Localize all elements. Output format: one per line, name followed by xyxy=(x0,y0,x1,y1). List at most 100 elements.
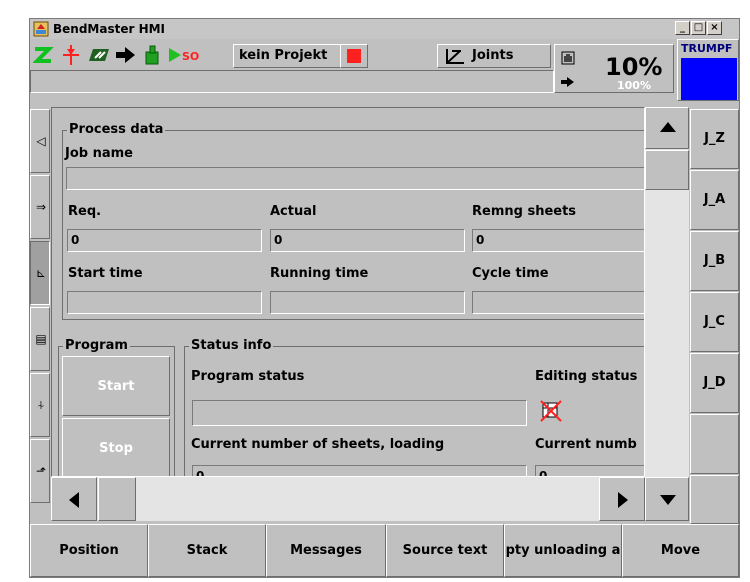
toolbar: SO kein Projekt Joints 10% 100% TRUMPF xyxy=(30,39,739,101)
override-display[interactable]: 10% 100% xyxy=(554,44,674,93)
job-name-field[interactable] xyxy=(66,167,644,190)
scroll-up-button[interactable] xyxy=(645,107,689,149)
source-text-button[interactable]: Source text xyxy=(386,524,504,577)
current-numb-label: Current numb xyxy=(535,437,637,452)
hand-icon xyxy=(561,51,575,65)
left-tab-bar: ◁ ⇒ ⊾ ▤ ⍭ ⬏ xyxy=(30,109,50,505)
stack-button[interactable]: Stack xyxy=(148,524,266,577)
tab-j-b[interactable]: J_B xyxy=(690,231,739,291)
program-stop-button[interactable]: Stop xyxy=(62,418,170,476)
tab-j-c-label: J_C xyxy=(704,314,725,329)
joints-axes-icon xyxy=(446,49,464,64)
empty-unloading-label: pty unloading a xyxy=(505,543,621,558)
stack-label: Stack xyxy=(186,543,228,558)
program-start-button[interactable]: Start xyxy=(62,356,170,416)
cycle-time-field[interactable] xyxy=(472,291,644,314)
move-button[interactable]: Move xyxy=(622,524,739,577)
bottom-button-bar: Position Stack Messages Source text pty … xyxy=(30,524,739,577)
start-time-field[interactable] xyxy=(67,291,262,314)
move-label: Move xyxy=(660,543,701,558)
override-sub: 100% xyxy=(617,79,651,92)
source-text-label: Source text xyxy=(402,543,488,558)
tab-empty-2[interactable] xyxy=(690,475,739,524)
horizontal-scroll-thumb[interactable] xyxy=(98,477,136,521)
job-name-label: Job name xyxy=(65,146,133,161)
vertical-scrollbar[interactable] xyxy=(645,107,689,521)
messages-button[interactable]: Messages xyxy=(266,524,386,577)
position-label: Position xyxy=(59,543,119,558)
bottle-icon xyxy=(145,45,159,65)
left-tab-enter[interactable]: ⇒ xyxy=(30,175,50,239)
tab-empty-1[interactable] xyxy=(690,414,739,474)
tab-j-d[interactable]: J_D xyxy=(690,353,739,413)
left-tab-axes[interactable]: ⊾ xyxy=(30,241,50,305)
cycle-time-label: Cycle time xyxy=(472,266,549,281)
horizontal-scrollbar[interactable] xyxy=(51,477,645,521)
brand-label: TRUMPF xyxy=(681,42,733,55)
hmi-window: BendMaster HMI _ □ × SO kein Projekt Joi… xyxy=(29,18,740,578)
left-tab-back[interactable]: ◁ xyxy=(30,109,50,173)
override-percent: 10% xyxy=(605,53,663,81)
arrow-small-icon xyxy=(561,77,574,87)
tab-j-a[interactable]: J_A xyxy=(690,170,739,230)
green-speed-icon xyxy=(89,49,109,61)
tab-enter-icon: ⇒ xyxy=(35,200,47,214)
close-button[interactable]: × xyxy=(707,21,722,35)
arrow-down-icon xyxy=(660,495,676,505)
scroll-down-button[interactable] xyxy=(645,477,689,521)
arrow-left-icon xyxy=(69,492,79,508)
joints-label: Joints xyxy=(472,48,514,63)
tab-j-d-label: J_D xyxy=(703,375,726,390)
play-so-icon: SO xyxy=(169,48,199,63)
current-numb-field[interactable]: 0 xyxy=(535,465,644,476)
arrow-right-scroll-icon xyxy=(618,492,628,508)
tab-arrow-left-icon: ◁ xyxy=(36,134,46,148)
stop-indicator[interactable] xyxy=(340,44,368,68)
tab-j-z[interactable]: J_Z xyxy=(690,109,739,169)
current-sheets-loading-field[interactable]: 0 xyxy=(192,465,527,476)
tab-balance-icon: ⍭ xyxy=(37,398,45,412)
editing-status-icon xyxy=(540,400,562,422)
running-time-field[interactable] xyxy=(270,291,465,314)
brand-color-block xyxy=(681,58,737,100)
vertical-scroll-thumb[interactable] xyxy=(645,150,689,190)
running-time-label: Running time xyxy=(270,266,369,281)
left-tab-balance[interactable]: ⍭ xyxy=(30,373,50,437)
svg-text:SO: SO xyxy=(182,50,199,63)
remng-sheets-label: Remng sheets xyxy=(472,204,577,219)
trumpf-logo: TRUMPF xyxy=(677,39,739,101)
arrow-right-icon xyxy=(116,47,135,63)
tab-j-c[interactable]: J_C xyxy=(690,292,739,352)
program-status-label: Program status xyxy=(191,369,305,384)
window-title: BendMaster HMI xyxy=(53,22,166,36)
tab-axes-icon: ⊾ xyxy=(35,266,47,280)
arrow-up-icon xyxy=(660,122,676,132)
tab-j-a-label: J_A xyxy=(703,192,726,207)
tab-j-z-label: J_Z xyxy=(704,131,725,146)
req-field[interactable]: 0 xyxy=(67,229,262,252)
messages-label: Messages xyxy=(290,543,362,558)
status-info-legend: Status info xyxy=(189,338,274,353)
process-data-legend: Process data xyxy=(67,122,166,137)
scroll-right-button[interactable] xyxy=(599,477,645,521)
maximize-button[interactable]: □ xyxy=(691,21,706,35)
tab-j-b-label: J_B xyxy=(703,253,726,268)
position-button[interactable]: Position xyxy=(30,524,148,577)
message-strip xyxy=(30,70,554,93)
program-status-field[interactable] xyxy=(192,400,527,426)
joints-mode-button[interactable]: Joints xyxy=(437,44,551,68)
left-tab-bend[interactable]: ⬏ xyxy=(30,439,50,503)
scroll-left-button[interactable] xyxy=(51,477,97,521)
actual-field[interactable]: 0 xyxy=(270,229,465,252)
empty-unloading-button[interactable]: pty unloading a xyxy=(504,524,622,577)
project-label: kein Projekt xyxy=(239,48,328,63)
tab-bend-icon: ⬏ xyxy=(35,464,47,478)
start-time-label: Start time xyxy=(68,266,143,281)
app-icon xyxy=(33,21,49,37)
stop-label: Stop xyxy=(99,441,133,456)
minimize-button[interactable]: _ xyxy=(675,21,690,35)
remng-sheets-field[interactable]: 0 xyxy=(472,229,644,252)
program-legend: Program xyxy=(63,338,130,353)
left-tab-keyboard[interactable]: ▤ xyxy=(30,307,50,371)
editing-status-label: Editing status xyxy=(535,369,638,384)
